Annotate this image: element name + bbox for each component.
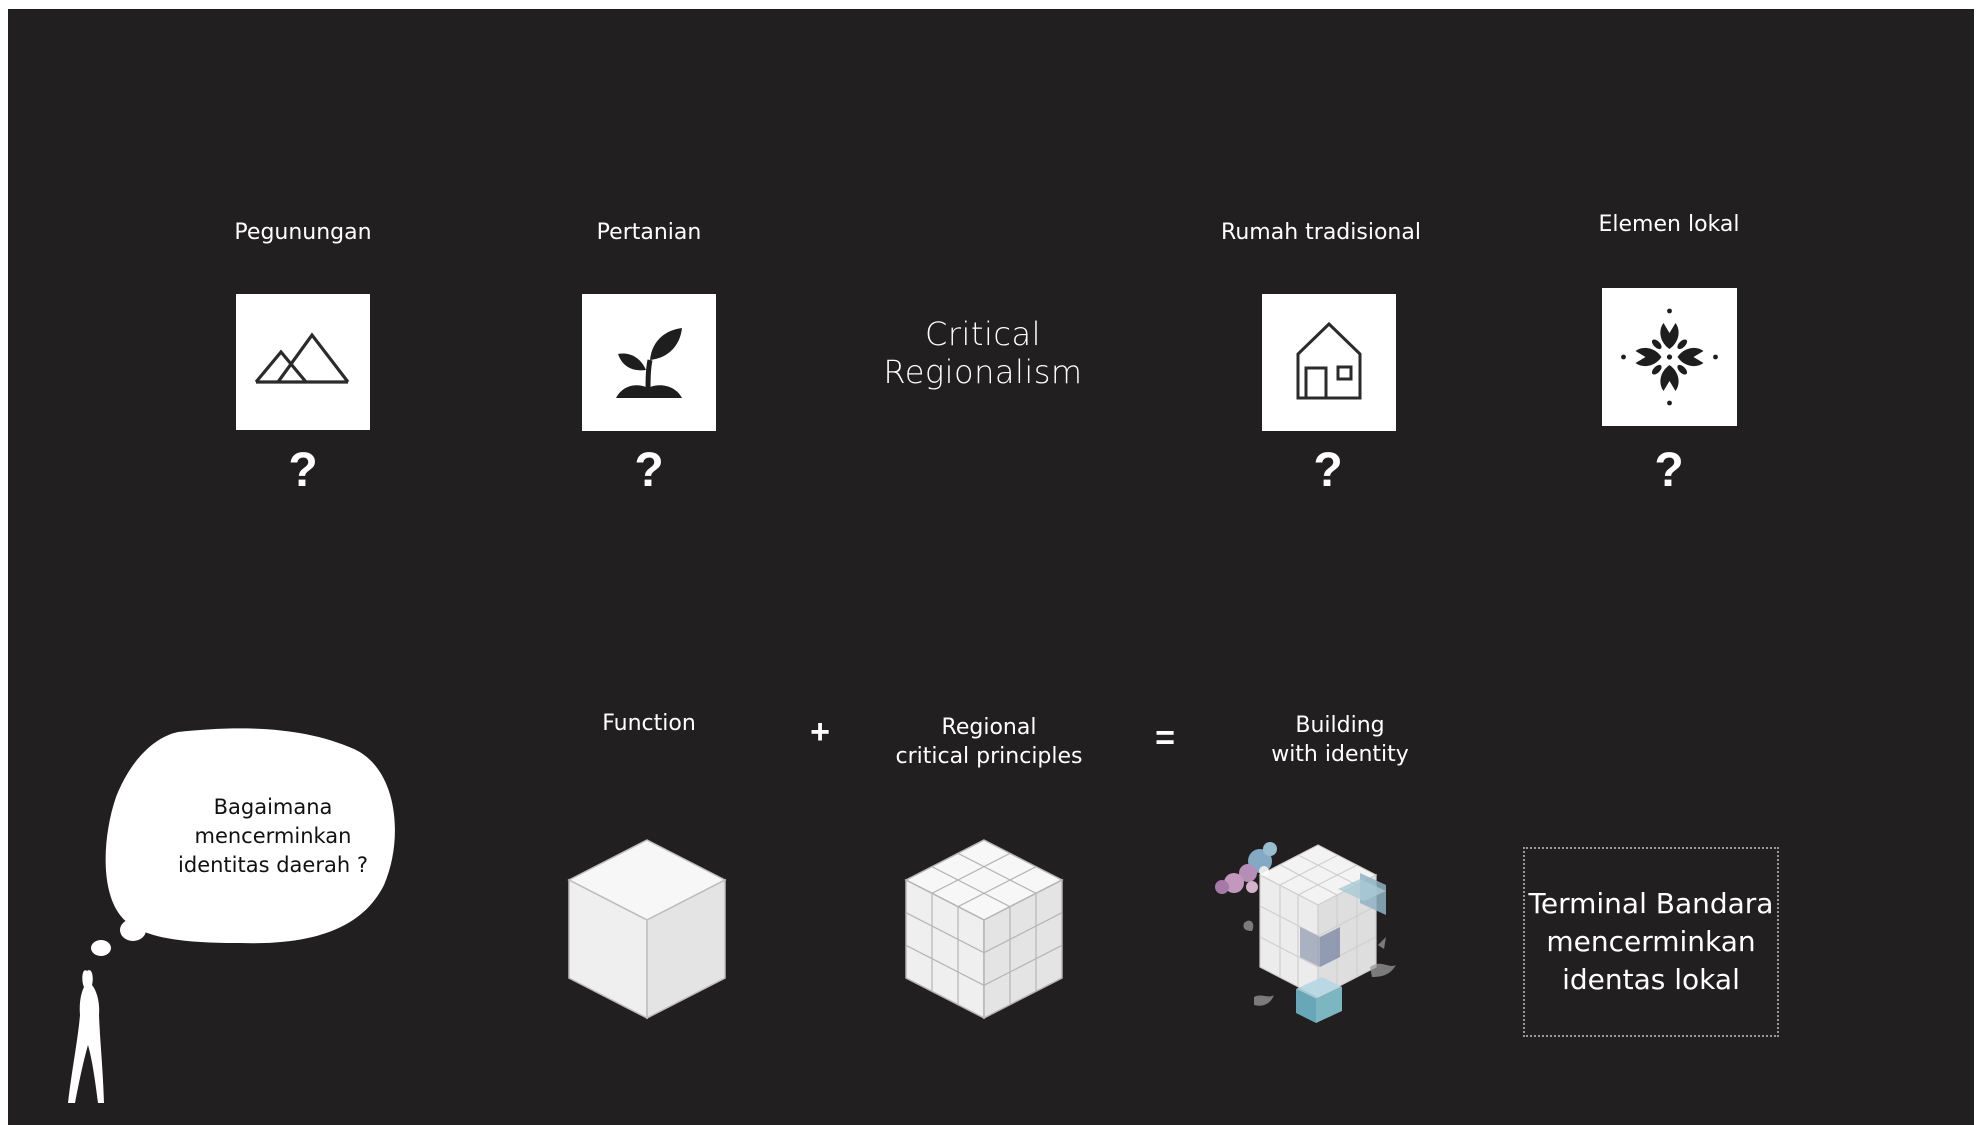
label-building-line1: Building: [1295, 713, 1385, 738]
question-mark-elemen: ?: [1654, 444, 1684, 497]
result-line1: Terminal Bandara: [1528, 887, 1774, 920]
label-building: Building with identity: [1271, 711, 1409, 769]
diagram-canvas: Pegunungan Pertanian Rumah tradisional E…: [8, 9, 1974, 1125]
sprout-tile: [582, 294, 716, 431]
label-regional: Regional critical principles: [895, 713, 1082, 771]
label-rumah-tradisional: Rumah tradisional: [1221, 220, 1421, 245]
label-regional-line2: critical principles: [895, 744, 1083, 769]
question-mark-rumah: ?: [1313, 444, 1343, 497]
center-title-line1: Critical: [925, 315, 1041, 353]
center-title: Critical Regionalism: [883, 315, 1082, 391]
thought-line2: mencerminkan: [194, 824, 352, 848]
house-tile: [1262, 294, 1396, 431]
thought-line3: identitas daerah ?: [178, 853, 368, 877]
thought-dot-small: [91, 940, 111, 956]
result-line3: identas lokal: [1562, 963, 1740, 996]
house-icon: [1296, 321, 1362, 400]
equals-sign: =: [1155, 719, 1175, 757]
plus-sign: +: [810, 713, 830, 751]
ornament-tile: [1602, 288, 1737, 426]
result-line2: mencerminkan: [1546, 925, 1756, 958]
identity-cube: [1215, 842, 1396, 1023]
label-pertanian: Pertanian: [596, 220, 702, 245]
person-silhouette: [68, 970, 104, 1103]
label-function: Function: [602, 711, 696, 736]
thought-bubble-figure: [68, 728, 395, 1103]
thought-line1: Bagaimana: [213, 795, 333, 819]
thought-text: Bagaimana mencerminkan identitas daerah …: [178, 793, 368, 880]
label-elemen-lokal: Elemen lokal: [1598, 212, 1740, 237]
ornament-icon: [1621, 308, 1718, 406]
question-mark-pertanian: ?: [634, 444, 664, 497]
label-regional-line1: Regional: [941, 715, 1037, 740]
result-box: Terminal Bandara mencerminkan identas lo…: [1523, 847, 1779, 1037]
sprout-icon: [616, 328, 682, 398]
result-text: Terminal Bandara mencerminkan identas lo…: [1529, 885, 1774, 999]
grid-cube: [904, 839, 1064, 1020]
label-building-line2: with identity: [1271, 742, 1409, 767]
plain-cube: [567, 839, 727, 1020]
center-title-line2: Regionalism: [883, 353, 1083, 391]
thought-dot-large: [120, 919, 146, 941]
